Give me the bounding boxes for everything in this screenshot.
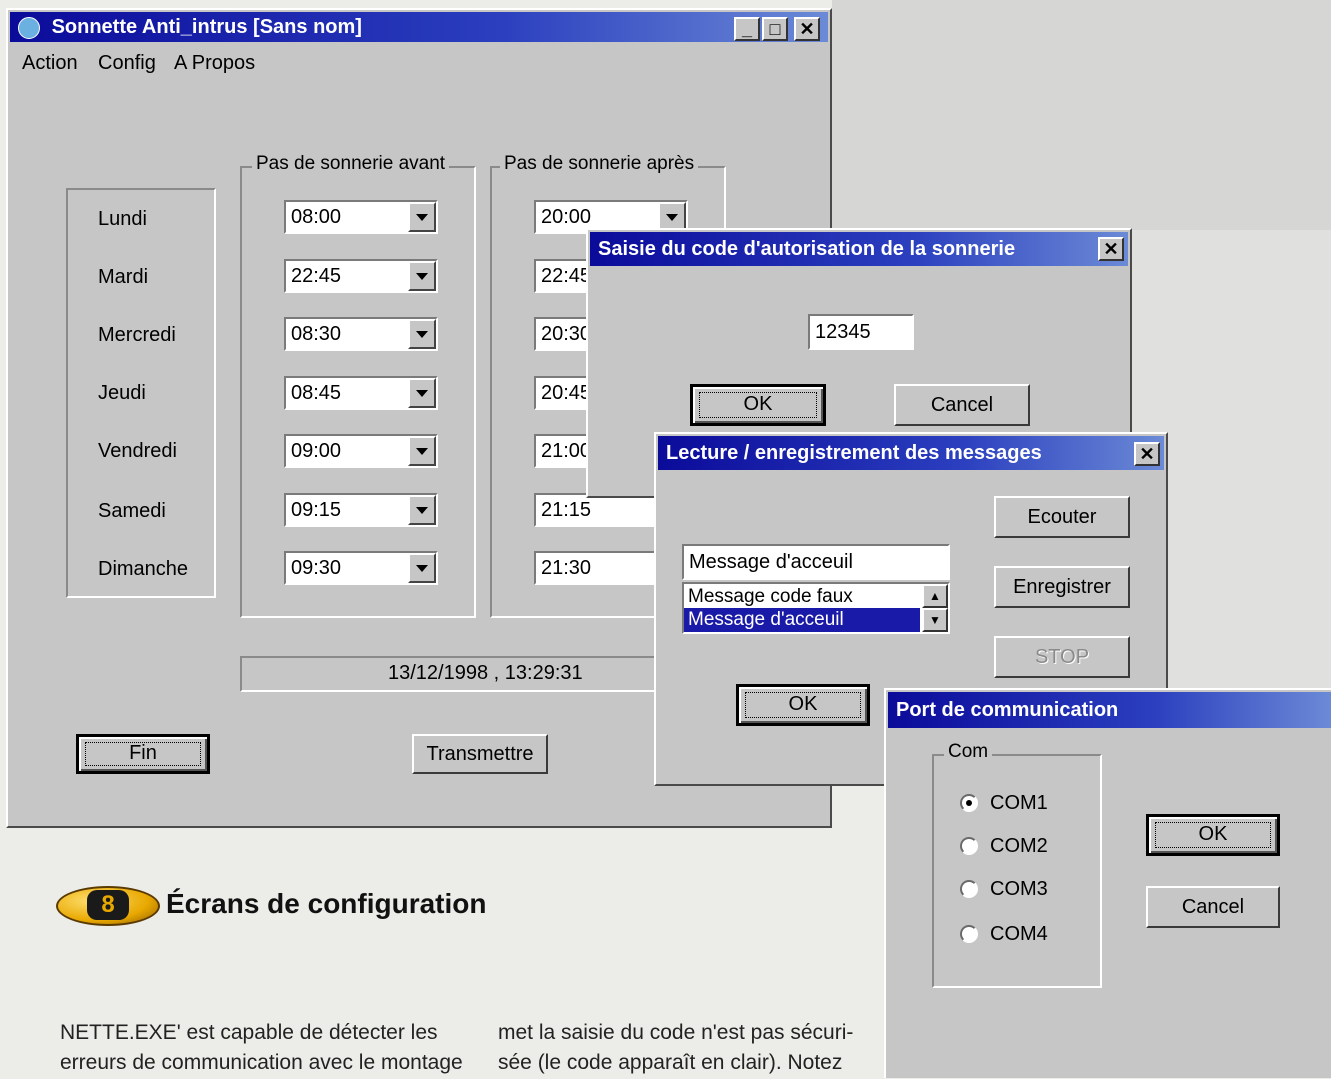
messages-dialog-title-bar[interactable]: Lecture / enregistrement des messages <box>658 436 1164 470</box>
ecouter-button[interactable]: Ecouter <box>994 496 1130 538</box>
port-dialog-title-bar[interactable]: Port de communication <box>888 692 1331 728</box>
radio-com3[interactable] <box>960 880 978 898</box>
message-combo-input[interactable]: Message d'acceuil <box>682 544 950 580</box>
stop-button[interactable]: STOP <box>994 636 1130 678</box>
menu-a-propos[interactable]: A Propos <box>174 52 255 75</box>
chevron-down-icon[interactable] <box>408 495 436 525</box>
close-icon[interactable]: ✕ <box>1134 442 1160 466</box>
com-group <box>932 754 1102 988</box>
port-dialog: Port de communication Com COM1 COM2 COM3… <box>884 688 1331 1078</box>
main-window-title: Sonnette Anti_intrus [Sans nom] <box>51 16 362 38</box>
section-badge: 8 <box>56 886 160 926</box>
day-label: Mercredi <box>98 324 176 346</box>
chevron-down-icon[interactable] <box>408 436 436 466</box>
radio-label: COM3 <box>990 878 1048 900</box>
before-time-select[interactable]: 22:45 <box>284 259 438 293</box>
code-input[interactable]: 12345 <box>808 314 914 350</box>
before-time-select[interactable]: 08:30 <box>284 317 438 351</box>
messages-dialog-title: Lecture / enregistrement des messages <box>666 442 1042 464</box>
before-time-select[interactable]: 09:15 <box>284 493 438 527</box>
code-dialog-title-bar[interactable]: Saisie du code d'autorisation de la sonn… <box>590 232 1128 266</box>
port-cancel-button[interactable]: Cancel <box>1146 886 1280 928</box>
main-title-bar[interactable]: Sonnette Anti_intrus [Sans nom] <box>10 12 828 42</box>
chevron-down-icon[interactable] <box>408 261 436 291</box>
radio-label: COM4 <box>990 923 1048 945</box>
list-item[interactable]: Message code faux <box>688 586 853 608</box>
chevron-down-icon[interactable] <box>408 553 436 583</box>
fin-button[interactable]: Fin <box>76 734 210 774</box>
article-col2-line1: met la saisie du code n'est pas sécuri- <box>498 1021 854 1044</box>
messages-ok-button[interactable]: OK <box>736 684 870 726</box>
chevron-down-icon[interactable] <box>408 319 436 349</box>
transmettre-button[interactable]: Transmettre <box>412 734 548 774</box>
radio-label: COM1 <box>990 792 1048 814</box>
group-after-label: Pas de sonnerie après <box>500 153 699 175</box>
before-time-select[interactable]: 08:00 <box>284 200 438 234</box>
port-ok-button[interactable]: OK <box>1146 814 1280 856</box>
before-time-select[interactable]: 08:45 <box>284 376 438 410</box>
list-item-selected[interactable]: Message d'acceuil <box>684 608 920 632</box>
close-icon[interactable]: ✕ <box>794 17 820 41</box>
app-icon <box>18 16 40 39</box>
scroll-down-icon[interactable]: ▼ <box>922 608 948 632</box>
section-heading: Écrans de configuration <box>166 888 487 919</box>
day-label: Dimanche <box>98 558 189 580</box>
day-label: Jeudi <box>98 382 146 404</box>
scroll-up-icon[interactable]: ▲ <box>922 584 948 608</box>
menu-action[interactable]: Action <box>22 52 78 75</box>
code-dialog-title: Saisie du code d'autorisation de la sonn… <box>598 238 1016 260</box>
day-label: Samedi <box>98 500 166 522</box>
before-time-select[interactable]: 09:00 <box>284 434 438 468</box>
radio-label: COM2 <box>990 835 1048 857</box>
port-dialog-title: Port de communication <box>896 699 1119 721</box>
background-panel <box>832 0 1331 230</box>
status-datetime: 13/12/1998 , 13:29:31 <box>388 662 583 684</box>
code-cancel-button[interactable]: Cancel <box>894 384 1030 426</box>
close-icon[interactable]: ✕ <box>1098 237 1124 261</box>
article-col2-line2: sée (le code apparaît en clair). Notez <box>498 1051 843 1074</box>
group-before-label: Pas de sonnerie avant <box>252 153 450 175</box>
article-col1-line1: NETTE.EXE' est capable de détecter les <box>60 1021 438 1044</box>
day-label: Vendredi <box>98 440 177 462</box>
article-col1-line2: erreurs de communication avec le montage <box>60 1051 463 1074</box>
radio-com2[interactable] <box>960 837 978 855</box>
day-label: Mardi <box>98 266 149 288</box>
message-list[interactable]: Message code faux Message d'acceuil ▲ ▼ <box>682 582 950 634</box>
maximize-icon[interactable]: □ <box>762 17 788 41</box>
day-label: Lundi <box>98 208 147 230</box>
radio-com1[interactable] <box>960 794 978 812</box>
com-group-label: Com <box>944 741 993 763</box>
chevron-down-icon[interactable] <box>408 378 436 408</box>
list-scrollbar[interactable]: ▲ ▼ <box>922 584 948 632</box>
enregistrer-button[interactable]: Enregistrer <box>994 566 1130 608</box>
code-ok-button[interactable]: OK <box>690 384 826 426</box>
before-time-select[interactable]: 09:30 <box>284 551 438 585</box>
menu-config[interactable]: Config <box>98 52 156 75</box>
chevron-down-icon[interactable] <box>408 202 436 232</box>
radio-com4[interactable] <box>960 925 978 943</box>
minimize-icon[interactable]: _ <box>734 17 760 41</box>
